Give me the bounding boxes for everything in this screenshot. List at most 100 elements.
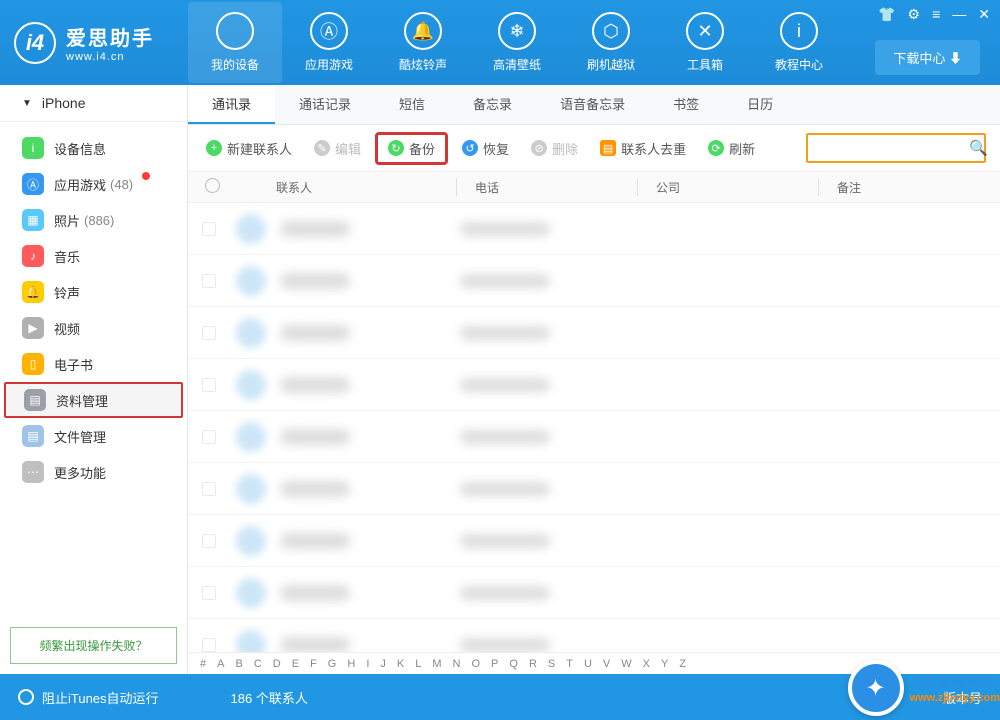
- alpha-Z[interactable]: Z: [679, 658, 686, 670]
- tab-0[interactable]: 通讯录: [188, 85, 275, 124]
- faq-button[interactable]: 频繁出现操作失败？: [10, 627, 177, 664]
- alpha-S[interactable]: S: [548, 658, 555, 670]
- alpha-F[interactable]: F: [310, 658, 317, 670]
- col-phone[interactable]: 电话: [457, 179, 637, 196]
- sidebar-item[interactable]: Ⓐ应用游戏 (48): [0, 166, 187, 202]
- delete-icon: ⊘: [531, 140, 547, 156]
- alpha-N[interactable]: N: [453, 658, 461, 670]
- sidebar-icon: ⋯: [22, 461, 44, 483]
- table-row[interactable]: [188, 255, 1000, 307]
- tab-4[interactable]: 语音备忘录: [536, 85, 649, 124]
- search-input[interactable]: [814, 141, 969, 155]
- sidebar-item[interactable]: i设备信息: [0, 130, 187, 166]
- col-remark[interactable]: 备注: [819, 179, 1000, 196]
- search-box[interactable]: 🔍: [806, 133, 986, 163]
- sidebar-item[interactable]: ▯电子书: [0, 346, 187, 382]
- alpha-E[interactable]: E: [292, 658, 299, 670]
- alpha-D[interactable]: D: [273, 658, 281, 670]
- alpha-I[interactable]: I: [366, 658, 369, 670]
- row-checkbox[interactable]: [202, 482, 216, 496]
- alpha-P[interactable]: P: [491, 658, 498, 670]
- alpha-W[interactable]: W: [621, 658, 631, 670]
- backup-button[interactable]: ↻ 备份: [375, 132, 448, 165]
- delete-button[interactable]: ⊘ 删除: [523, 135, 586, 162]
- contact-phone: [460, 482, 550, 496]
- window-control[interactable]: ⚙: [908, 6, 921, 23]
- nav-icon: [216, 12, 254, 50]
- alpha-R[interactable]: R: [529, 658, 537, 670]
- edit-button[interactable]: ✎ 编辑: [306, 135, 369, 162]
- row-checkbox[interactable]: [202, 638, 216, 652]
- nav-5[interactable]: ✕工具箱: [658, 2, 752, 83]
- new-contact-button[interactable]: + 新建联系人: [198, 135, 300, 162]
- sidebar-item[interactable]: ▤文件管理: [0, 418, 187, 454]
- dedupe-button[interactable]: ▤ 联系人去重: [592, 135, 694, 162]
- select-all-checkbox[interactable]: [188, 178, 236, 196]
- status-toggle-icon[interactable]: [18, 689, 34, 705]
- download-center-button[interactable]: 下载中心 ⬇: [875, 40, 980, 75]
- row-checkbox[interactable]: [202, 274, 216, 288]
- refresh-button[interactable]: ⟳ 刷新: [700, 135, 763, 162]
- window-control[interactable]: ≡: [932, 6, 940, 23]
- tab-1[interactable]: 通话记录: [275, 85, 375, 124]
- nav-6[interactable]: i教程中心: [752, 2, 846, 83]
- table-row[interactable]: [188, 411, 1000, 463]
- status-left-text[interactable]: 阻止iTunes自动运行: [42, 688, 159, 707]
- sidebar-item[interactable]: ▦照片 (886): [0, 202, 187, 238]
- alpha-X[interactable]: X: [643, 658, 650, 670]
- nav-0[interactable]: 我的设备: [188, 2, 282, 83]
- window-control[interactable]: ✕: [978, 6, 990, 23]
- row-checkbox[interactable]: [202, 586, 216, 600]
- alpha-A[interactable]: A: [217, 658, 224, 670]
- alpha-O[interactable]: O: [471, 658, 480, 670]
- sidebar-item[interactable]: ▶视频: [0, 310, 187, 346]
- col-company[interactable]: 公司: [638, 179, 818, 196]
- alpha-T[interactable]: T: [566, 658, 573, 670]
- alpha-U[interactable]: U: [584, 658, 592, 670]
- alpha-J[interactable]: J: [380, 658, 386, 670]
- row-checkbox[interactable]: [202, 430, 216, 444]
- contact-phone: [460, 638, 550, 652]
- nav-2[interactable]: 🔔酷炫铃声: [376, 2, 470, 83]
- table-row[interactable]: [188, 463, 1000, 515]
- sidebar-item[interactable]: ▤资料管理: [4, 382, 183, 418]
- alpha-B[interactable]: B: [235, 658, 242, 670]
- alpha-Y[interactable]: Y: [661, 658, 668, 670]
- nav-1[interactable]: Ⓐ应用游戏: [282, 2, 376, 83]
- nav-3[interactable]: ❄高清壁纸: [470, 2, 564, 83]
- sidebar-item[interactable]: ⋯更多功能: [0, 454, 187, 490]
- sidebar-item[interactable]: 🔔铃声: [0, 274, 187, 310]
- tab-2[interactable]: 短信: [375, 85, 449, 124]
- col-contact[interactable]: 联系人: [236, 179, 456, 196]
- contact-name: [280, 481, 350, 497]
- table-row[interactable]: [188, 307, 1000, 359]
- row-checkbox[interactable]: [202, 222, 216, 236]
- tab-3[interactable]: 备忘录: [449, 85, 536, 124]
- table-row[interactable]: [188, 619, 1000, 652]
- alpha-H[interactable]: H: [347, 658, 355, 670]
- window-control[interactable]: —: [952, 6, 966, 23]
- alpha-#[interactable]: #: [200, 658, 206, 670]
- device-selector[interactable]: ▼ iPhone: [0, 85, 187, 122]
- contact-name: [280, 533, 350, 549]
- alpha-Q[interactable]: Q: [509, 658, 518, 670]
- restore-button[interactable]: ↺ 恢复: [454, 135, 517, 162]
- table-row[interactable]: [188, 359, 1000, 411]
- table-row[interactable]: [188, 567, 1000, 619]
- row-checkbox[interactable]: [202, 378, 216, 392]
- tab-5[interactable]: 书签: [649, 85, 723, 124]
- alpha-K[interactable]: K: [397, 658, 404, 670]
- nav-4[interactable]: ⬡刷机越狱: [564, 2, 658, 83]
- table-row[interactable]: [188, 515, 1000, 567]
- alpha-L[interactable]: L: [415, 658, 421, 670]
- alpha-G[interactable]: G: [328, 658, 337, 670]
- table-row[interactable]: [188, 203, 1000, 255]
- alpha-M[interactable]: M: [432, 658, 441, 670]
- window-control[interactable]: 👕: [878, 6, 895, 23]
- alpha-V[interactable]: V: [603, 658, 610, 670]
- row-checkbox[interactable]: [202, 326, 216, 340]
- sidebar-item[interactable]: ♪音乐: [0, 238, 187, 274]
- alpha-C[interactable]: C: [254, 658, 262, 670]
- tab-6[interactable]: 日历: [723, 85, 797, 124]
- row-checkbox[interactable]: [202, 534, 216, 548]
